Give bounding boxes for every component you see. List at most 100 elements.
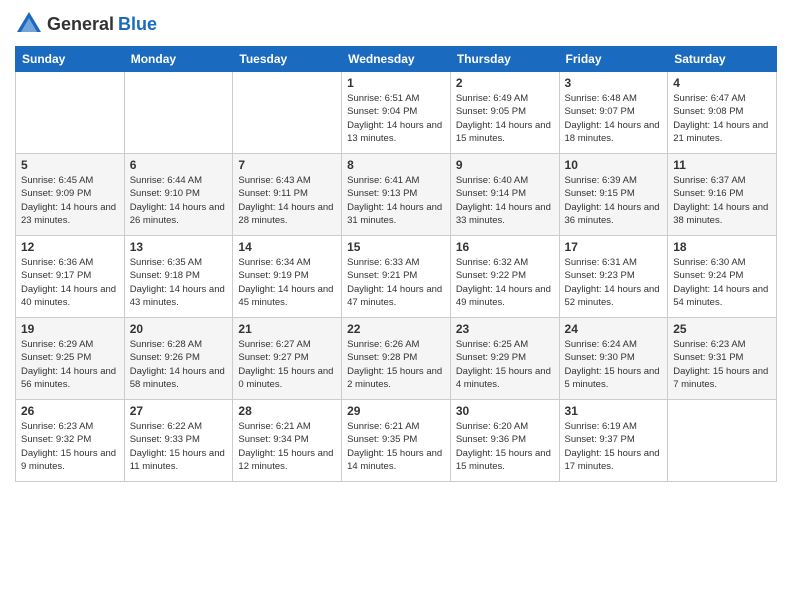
calendar-cell: 27 Sunrise: 6:22 AM Sunset: 9:33 PM Dayli… <box>124 400 233 482</box>
calendar-cell: 10 Sunrise: 6:39 AM Sunset: 9:15 PM Dayli… <box>559 154 668 236</box>
day-number: 1 <box>347 76 445 90</box>
col-wednesday: Wednesday <box>342 47 451 72</box>
day-info: Sunrise: 6:34 AM Sunset: 9:19 PM Dayligh… <box>238 256 336 309</box>
day-info: Sunrise: 6:21 AM Sunset: 9:35 PM Dayligh… <box>347 420 445 473</box>
calendar-header-row: Sunday Monday Tuesday Wednesday Thursday… <box>16 47 777 72</box>
day-number: 11 <box>673 158 771 172</box>
calendar-cell: 8 Sunrise: 6:41 AM Sunset: 9:13 PM Daylig… <box>342 154 451 236</box>
day-number: 13 <box>130 240 228 254</box>
day-info: Sunrise: 6:30 AM Sunset: 9:24 PM Dayligh… <box>673 256 771 309</box>
day-number: 24 <box>565 322 663 336</box>
day-info: Sunrise: 6:49 AM Sunset: 9:05 PM Dayligh… <box>456 92 554 145</box>
calendar-week-row: 1 Sunrise: 6:51 AM Sunset: 9:04 PM Daylig… <box>16 72 777 154</box>
day-info: Sunrise: 6:22 AM Sunset: 9:33 PM Dayligh… <box>130 420 228 473</box>
day-info: Sunrise: 6:45 AM Sunset: 9:09 PM Dayligh… <box>21 174 119 227</box>
calendar-cell: 2 Sunrise: 6:49 AM Sunset: 9:05 PM Daylig… <box>450 72 559 154</box>
day-info: Sunrise: 6:48 AM Sunset: 9:07 PM Dayligh… <box>565 92 663 145</box>
day-info: Sunrise: 6:39 AM Sunset: 9:15 PM Dayligh… <box>565 174 663 227</box>
col-monday: Monday <box>124 47 233 72</box>
day-number: 12 <box>21 240 119 254</box>
logo: General Blue <box>15 10 157 38</box>
calendar-cell: 4 Sunrise: 6:47 AM Sunset: 9:08 PM Daylig… <box>668 72 777 154</box>
day-info: Sunrise: 6:43 AM Sunset: 9:11 PM Dayligh… <box>238 174 336 227</box>
logo-general: General <box>47 14 114 35</box>
day-info: Sunrise: 6:26 AM Sunset: 9:28 PM Dayligh… <box>347 338 445 391</box>
day-number: 29 <box>347 404 445 418</box>
col-thursday: Thursday <box>450 47 559 72</box>
day-info: Sunrise: 6:29 AM Sunset: 9:25 PM Dayligh… <box>21 338 119 391</box>
day-info: Sunrise: 6:28 AM Sunset: 9:26 PM Dayligh… <box>130 338 228 391</box>
col-sunday: Sunday <box>16 47 125 72</box>
day-info: Sunrise: 6:35 AM Sunset: 9:18 PM Dayligh… <box>130 256 228 309</box>
calendar-cell: 3Sunrise: 6:48 AM Sunset: 9:07 PM Daylig… <box>559 72 668 154</box>
day-info: Sunrise: 6:21 AM Sunset: 9:34 PM Dayligh… <box>238 420 336 473</box>
day-number: 6 <box>130 158 228 172</box>
calendar-cell: 19 Sunrise: 6:29 AM Sunset: 9:25 PM Dayli… <box>16 318 125 400</box>
day-info: Sunrise: 6:37 AM Sunset: 9:16 PM Dayligh… <box>673 174 771 227</box>
calendar-cell: 17 Sunrise: 6:31 AM Sunset: 9:23 PM Dayli… <box>559 236 668 318</box>
day-number: 9 <box>456 158 554 172</box>
logo-blue: Blue <box>118 14 157 35</box>
calendar-week-row: 19 Sunrise: 6:29 AM Sunset: 9:25 PM Dayli… <box>16 318 777 400</box>
day-number: 10 <box>565 158 663 172</box>
day-info: Sunrise: 6:44 AM Sunset: 9:10 PM Dayligh… <box>130 174 228 227</box>
day-number: 27 <box>130 404 228 418</box>
calendar-cell: 29 Sunrise: 6:21 AM Sunset: 9:35 PM Dayli… <box>342 400 451 482</box>
day-info: Sunrise: 6:25 AM Sunset: 9:29 PM Dayligh… <box>456 338 554 391</box>
calendar-cell: 9Sunrise: 6:40 AM Sunset: 9:14 PM Daylig… <box>450 154 559 236</box>
day-number: 22 <box>347 322 445 336</box>
header: General Blue <box>15 10 777 38</box>
day-number: 8 <box>347 158 445 172</box>
day-info: Sunrise: 6:31 AM Sunset: 9:23 PM Dayligh… <box>565 256 663 309</box>
day-info: Sunrise: 6:41 AM Sunset: 9:13 PM Dayligh… <box>347 174 445 227</box>
day-info: Sunrise: 6:20 AM Sunset: 9:36 PM Dayligh… <box>456 420 554 473</box>
day-number: 4 <box>673 76 771 90</box>
calendar-week-row: 5 Sunrise: 6:45 AM Sunset: 9:09 PM Daylig… <box>16 154 777 236</box>
day-number: 25 <box>673 322 771 336</box>
calendar-cell: 24 Sunrise: 6:24 AM Sunset: 9:30 PM Dayli… <box>559 318 668 400</box>
calendar-cell: 15Sunrise: 6:33 AM Sunset: 9:21 PM Dayli… <box>342 236 451 318</box>
calendar-cell: 31Sunrise: 6:19 AM Sunset: 9:37 PM Dayli… <box>559 400 668 482</box>
day-number: 5 <box>21 158 119 172</box>
calendar-cell: 1 Sunrise: 6:51 AM Sunset: 9:04 PM Daylig… <box>342 72 451 154</box>
day-number: 17 <box>565 240 663 254</box>
calendar-cell: 18 Sunrise: 6:30 AM Sunset: 9:24 PM Dayli… <box>668 236 777 318</box>
day-number: 18 <box>673 240 771 254</box>
day-number: 14 <box>238 240 336 254</box>
col-tuesday: Tuesday <box>233 47 342 72</box>
day-info: Sunrise: 6:51 AM Sunset: 9:04 PM Dayligh… <box>347 92 445 145</box>
calendar-cell: 12 Sunrise: 6:36 AM Sunset: 9:17 PM Dayli… <box>16 236 125 318</box>
day-info: Sunrise: 6:23 AM Sunset: 9:31 PM Dayligh… <box>673 338 771 391</box>
day-number: 20 <box>130 322 228 336</box>
calendar-cell: 13 Sunrise: 6:35 AM Sunset: 9:18 PM Dayli… <box>124 236 233 318</box>
page: General Blue Sunday Monday Tuesday Wedne… <box>0 0 792 612</box>
calendar-cell: 20 Sunrise: 6:28 AM Sunset: 9:26 PM Dayli… <box>124 318 233 400</box>
day-number: 16 <box>456 240 554 254</box>
calendar-cell <box>16 72 125 154</box>
col-friday: Friday <box>559 47 668 72</box>
day-number: 21 <box>238 322 336 336</box>
calendar-cell: 22 Sunrise: 6:26 AM Sunset: 9:28 PM Dayli… <box>342 318 451 400</box>
day-info: Sunrise: 6:33 AM Sunset: 9:21 PM Dayligh… <box>347 256 445 309</box>
day-number: 19 <box>21 322 119 336</box>
day-info: Sunrise: 6:47 AM Sunset: 9:08 PM Dayligh… <box>673 92 771 145</box>
calendar-cell: 28 Sunrise: 6:21 AM Sunset: 9:34 PM Dayli… <box>233 400 342 482</box>
day-info: Sunrise: 6:24 AM Sunset: 9:30 PM Dayligh… <box>565 338 663 391</box>
day-info: Sunrise: 6:36 AM Sunset: 9:17 PM Dayligh… <box>21 256 119 309</box>
day-number: 30 <box>456 404 554 418</box>
day-number: 7 <box>238 158 336 172</box>
calendar-cell: 25 Sunrise: 6:23 AM Sunset: 9:31 PM Dayli… <box>668 318 777 400</box>
calendar-cell: 5 Sunrise: 6:45 AM Sunset: 9:09 PM Daylig… <box>16 154 125 236</box>
calendar-week-row: 26Sunrise: 6:23 AM Sunset: 9:32 PM Dayli… <box>16 400 777 482</box>
day-info: Sunrise: 6:32 AM Sunset: 9:22 PM Dayligh… <box>456 256 554 309</box>
day-info: Sunrise: 6:27 AM Sunset: 9:27 PM Dayligh… <box>238 338 336 391</box>
calendar-cell: 14 Sunrise: 6:34 AM Sunset: 9:19 PM Dayli… <box>233 236 342 318</box>
calendar-cell: 6 Sunrise: 6:44 AM Sunset: 9:10 PM Daylig… <box>124 154 233 236</box>
day-number: 28 <box>238 404 336 418</box>
day-info: Sunrise: 6:19 AM Sunset: 9:37 PM Dayligh… <box>565 420 663 473</box>
calendar-cell: 7 Sunrise: 6:43 AM Sunset: 9:11 PM Daylig… <box>233 154 342 236</box>
day-number: 2 <box>456 76 554 90</box>
calendar-cell: 23Sunrise: 6:25 AM Sunset: 9:29 PM Dayli… <box>450 318 559 400</box>
calendar-cell <box>233 72 342 154</box>
calendar-cell <box>668 400 777 482</box>
